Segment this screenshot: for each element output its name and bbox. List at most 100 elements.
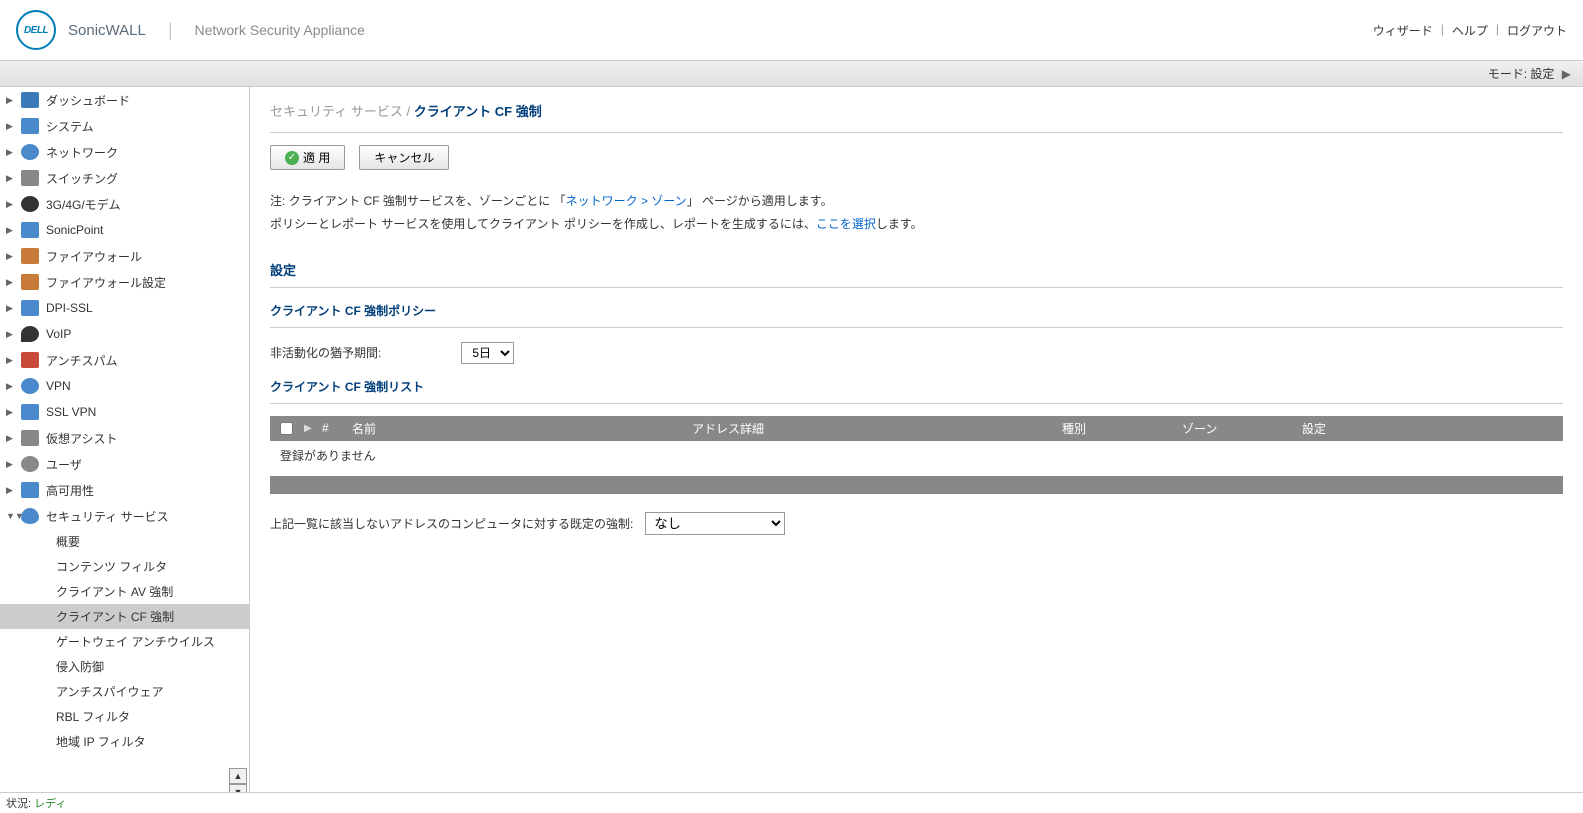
vpn-icon (20, 377, 40, 395)
nav-firewall[interactable]: ▶ファイアウォール (0, 243, 249, 269)
nav-antispam[interactable]: ▶アンチスパム (0, 347, 249, 373)
policy-title: クライアント CF 強制ポリシー (270, 302, 1563, 319)
nav-dpi-ssl[interactable]: ▶DPI-SSL (0, 295, 249, 321)
nav-label: SSL VPN (46, 405, 96, 419)
subnav-client-av[interactable]: クライアント AV 強制 (0, 579, 249, 604)
nav-security-services[interactable]: ▼セキュリティ サービス (0, 503, 249, 529)
grace-period-row: 非活動化の猶予期間: 5日 (270, 342, 1563, 364)
ha-icon (20, 481, 40, 499)
col-type: 種別 (1062, 420, 1182, 437)
shield-icon (20, 507, 40, 525)
brand-separator: | (168, 20, 173, 41)
header-links: ウィザード | ヘルプ | ログアウト (1373, 22, 1567, 39)
apply-button[interactable]: ✓ 適 用 (270, 145, 345, 170)
subnav-geo-ip[interactable]: 地域 IP フィルタ (0, 729, 249, 754)
header-sep: | (1441, 22, 1444, 39)
nav-label: 仮想アシスト (46, 430, 118, 447)
logout-link[interactable]: ログアウト (1507, 22, 1567, 39)
switching-icon (20, 169, 40, 187)
status-value: レディ (34, 798, 66, 810)
default-enforce-row: 上記一覧に該当しないアドレスのコンピュータに対する既定の強制: なし (270, 512, 1563, 535)
nav-label: VPN (46, 379, 71, 393)
nav-firewall-settings[interactable]: ▶ファイアウォール設定 (0, 269, 249, 295)
action-row: ✓ 適 用 キャンセル (270, 145, 1563, 170)
header-sep: | (1496, 22, 1499, 39)
expand-icon[interactable]: ▶ (304, 423, 322, 434)
nav-label: DPI-SSL (46, 301, 93, 315)
grace-select[interactable]: 5日 (461, 342, 514, 364)
divider (270, 403, 1563, 404)
nav-label: ネットワーク (46, 144, 118, 161)
subnav-summary[interactable]: 概要 (0, 529, 249, 554)
subnav-content-filter[interactable]: コンテンツ フィルタ (0, 554, 249, 579)
nav-label: 3G/4G/モデム (46, 196, 120, 213)
divider (270, 132, 1563, 133)
col-zone: ゾーン (1182, 420, 1302, 437)
nav-label: システム (46, 118, 94, 135)
dpi-ssl-icon (20, 299, 40, 317)
default-enforce-label: 上記一覧に該当しないアドレスのコンピュータに対する既定の強制: (270, 515, 633, 532)
antispam-icon (20, 351, 40, 369)
nav-modem[interactable]: ▶3G/4G/モデム (0, 191, 249, 217)
table-empty-message: 登録がありません (270, 441, 1563, 470)
nav-dashboard[interactable]: ▶ダッシュボード (0, 87, 249, 113)
nav-label: セキュリティ サービス (46, 508, 169, 525)
nav-label: ファイアウォール設定 (46, 274, 166, 291)
wizard-link[interactable]: ウィザード (1373, 22, 1433, 39)
select-all-checkbox[interactable] (280, 422, 293, 435)
subnav-rbl-filter[interactable]: RBL フィルタ (0, 704, 249, 729)
subnav-antispyware[interactable]: アンチスパイウェア (0, 679, 249, 704)
network-zone-link[interactable]: ネットワーク > ゾーン (566, 194, 687, 208)
apply-label: 適 用 (303, 149, 330, 166)
subnav-intrusion[interactable]: 侵入防御 (0, 654, 249, 679)
scroll-up-button[interactable]: ▲ (229, 768, 247, 784)
header-left: DELL SonicWALL | Network Security Applia… (16, 10, 365, 50)
col-config: 設定 (1302, 420, 1553, 437)
appliance-subtitle: Network Security Appliance (195, 22, 365, 38)
ssl-vpn-icon (20, 403, 40, 421)
header: DELL SonicWALL | Network Security Applia… (0, 0, 1583, 60)
firewall-icon (20, 247, 40, 265)
nav-label: アンチスパム (46, 352, 118, 369)
divider (270, 327, 1563, 328)
nav-system[interactable]: ▶システム (0, 113, 249, 139)
mode-label: モード: (1488, 67, 1527, 81)
note-text: ポリシーとレポート サービスを使用してクライアント ポリシーを作成し、レポートを… (270, 217, 816, 231)
help-link[interactable]: ヘルプ (1452, 22, 1488, 39)
nav-label: ファイアウォール (46, 248, 142, 265)
network-icon (20, 143, 40, 161)
voip-icon (20, 325, 40, 343)
sonicpoint-icon (20, 221, 40, 239)
nav-voip[interactable]: ▶VoIP (0, 321, 249, 347)
default-enforce-select[interactable]: なし (645, 512, 785, 535)
divider (270, 287, 1563, 288)
nav-users[interactable]: ▶ユーザ (0, 451, 249, 477)
nav-ssl-vpn[interactable]: ▶SSL VPN (0, 399, 249, 425)
subnav-gateway-av[interactable]: ゲートウェイ アンチウイルス (0, 629, 249, 654)
nav-sonicpoint[interactable]: ▶SonicPoint (0, 217, 249, 243)
modem-icon (20, 195, 40, 213)
nav-label: ユーザ (46, 456, 82, 473)
note-prefix: 注: (270, 194, 285, 208)
note-text: します。 (876, 217, 923, 231)
nav-label: 高可用性 (46, 482, 94, 499)
status-bar: 状況: レディ (0, 792, 1583, 813)
col-num: # (322, 421, 352, 435)
list-title: クライアント CF 強制リスト (270, 378, 1563, 395)
mode-value[interactable]: 設定 (1530, 67, 1554, 81)
chevron-right-icon[interactable]: ▶ (1562, 67, 1571, 81)
mode-bar: モード: 設定 ▶ (0, 60, 1583, 87)
nav-switching[interactable]: ▶スイッチング (0, 165, 249, 191)
nav-ha[interactable]: ▶高可用性 (0, 477, 249, 503)
note-block: 注: クライアント CF 強制サービスを、ゾーンごとに 「ネットワーク > ゾー… (270, 190, 1563, 236)
nav-virtual-assist[interactable]: ▶仮想アシスト (0, 425, 249, 451)
sidebar: ▶ダッシュボード ▶システム ▶ネットワーク ▶スイッチング ▶3G/4G/モデ… (0, 87, 250, 800)
nav-vpn[interactable]: ▶VPN (0, 373, 249, 399)
subnav-client-cf[interactable]: クライアント CF 強制 (0, 604, 249, 629)
firewall-settings-icon (20, 273, 40, 291)
select-here-link[interactable]: ここを選択 (816, 217, 876, 231)
nav-network[interactable]: ▶ネットワーク (0, 139, 249, 165)
dell-logo: DELL (16, 10, 56, 50)
users-icon (20, 455, 40, 473)
cancel-button[interactable]: キャンセル (359, 145, 449, 170)
